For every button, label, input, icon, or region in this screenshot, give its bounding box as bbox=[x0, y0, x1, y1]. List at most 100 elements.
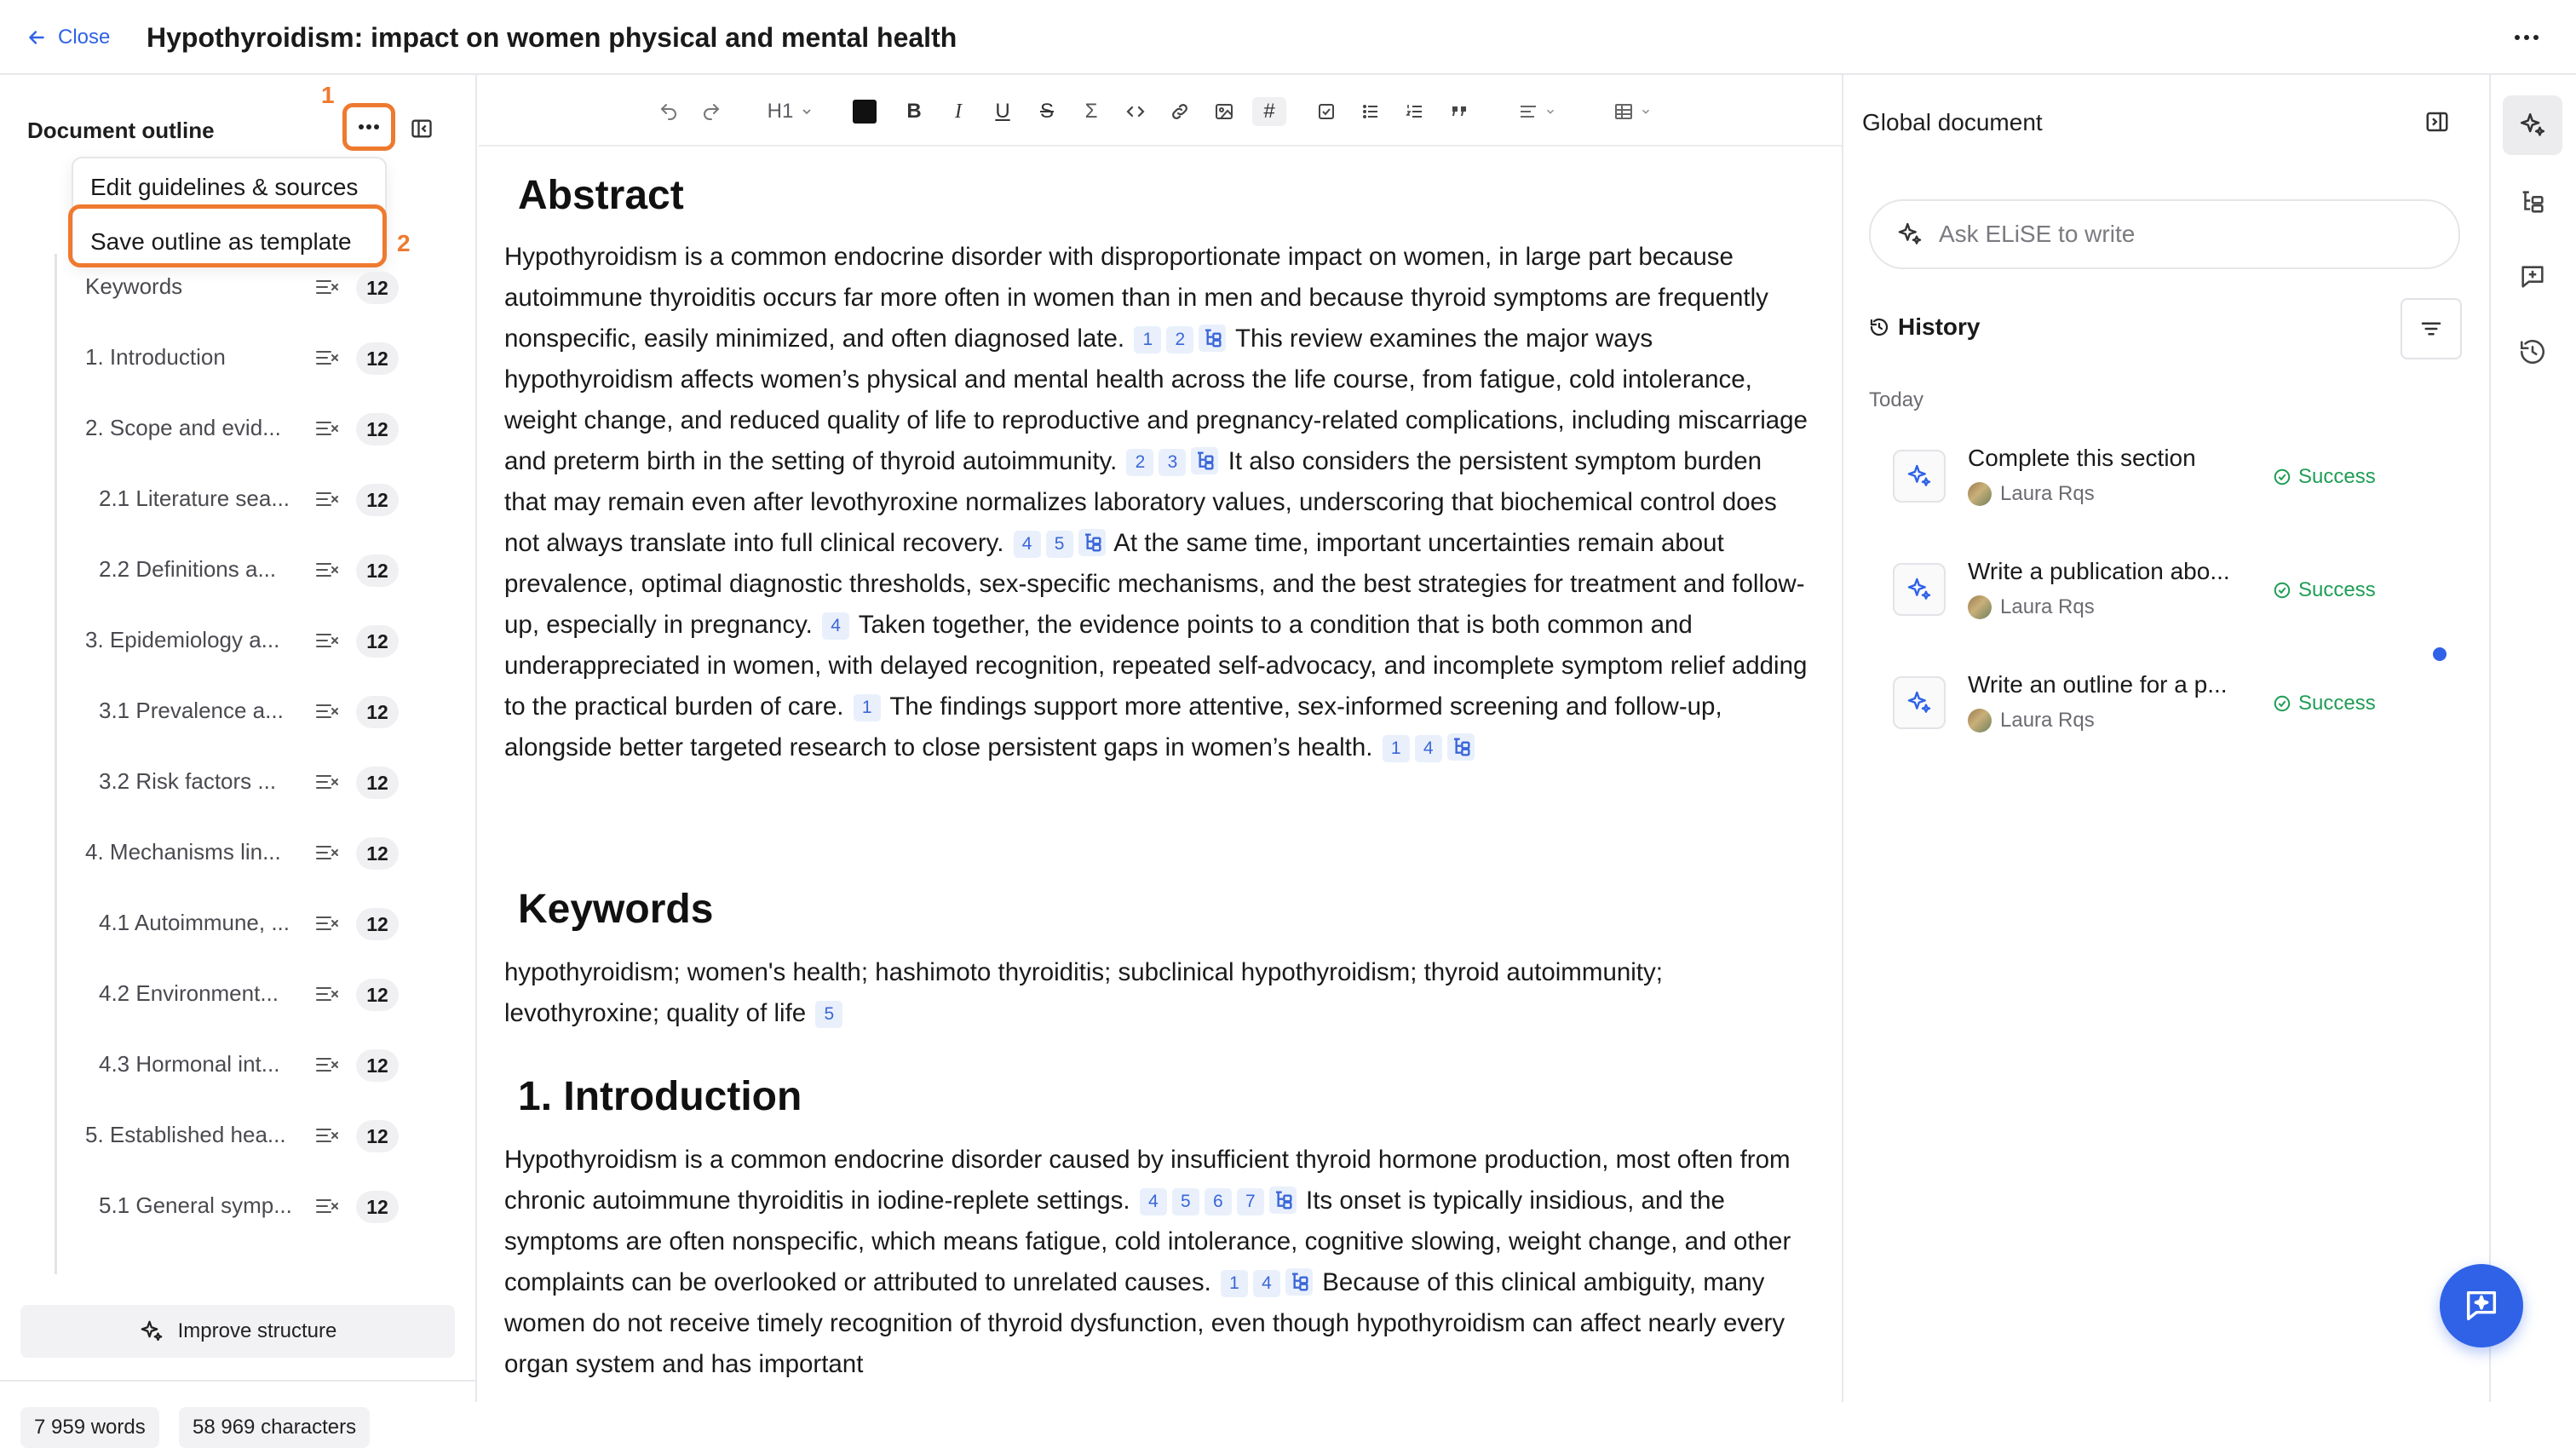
source-tree-icon[interactable] bbox=[1191, 447, 1219, 474]
source-count-badge: 12 bbox=[356, 554, 399, 587]
text-color-button[interactable] bbox=[850, 97, 879, 126]
history-filter-button[interactable] bbox=[2401, 298, 2462, 359]
guidelines-toggle-icon[interactable] bbox=[315, 772, 341, 792]
ai-sparkle-icon bbox=[1893, 563, 1946, 616]
citation-ref[interactable]: 5 bbox=[1171, 1188, 1199, 1215]
panel-title: Global document bbox=[1862, 109, 2043, 135]
rail-outline-button[interactable] bbox=[2503, 172, 2562, 232]
history-item[interactable]: Complete this section Laura Rqs Success bbox=[1869, 440, 2465, 533]
align-select[interactable] bbox=[1511, 97, 1562, 126]
source-tree-icon[interactable] bbox=[1268, 1187, 1297, 1214]
underline-button[interactable]: U bbox=[990, 97, 1015, 126]
citation-ref[interactable]: 4 bbox=[1252, 1270, 1280, 1297]
rail-history-button[interactable] bbox=[2503, 322, 2562, 382]
guidelines-toggle-icon[interactable] bbox=[315, 1054, 341, 1075]
outline-item[interactable]: 5.1 General symp... 12 bbox=[0, 1181, 477, 1232]
outline-item[interactable]: 4.3 Hormonal int... 12 bbox=[0, 1039, 477, 1090]
outline-item[interactable]: 2.2 Definitions a... 12 bbox=[0, 544, 477, 595]
guidelines-toggle-icon[interactable] bbox=[315, 348, 341, 368]
source-count-badge: 12 bbox=[356, 342, 399, 375]
formula-button[interactable]: Σ bbox=[1078, 97, 1104, 126]
hashtag-button[interactable]: # bbox=[1252, 97, 1286, 126]
chat-fab-button[interactable] bbox=[2440, 1264, 2523, 1347]
citation-ref[interactable]: 2 bbox=[1166, 326, 1194, 353]
link-button[interactable] bbox=[1167, 97, 1193, 126]
guidelines-toggle-icon[interactable] bbox=[315, 913, 341, 934]
rail-comment-button[interactable] bbox=[2503, 247, 2562, 307]
citation-ref[interactable]: 7 bbox=[1236, 1188, 1264, 1215]
document-content[interactable]: Abstract Hypothyroidism is a common endo… bbox=[503, 147, 1814, 1402]
citation-ref[interactable]: 5 bbox=[1045, 531, 1073, 558]
outline-item[interactable]: 4. Mechanisms lin... 12 bbox=[0, 827, 477, 878]
ask-elise-input[interactable]: Ask ELiSE to write bbox=[1869, 199, 2460, 269]
outline-item[interactable]: 4.1 Autoimmune, ... 12 bbox=[0, 898, 477, 949]
outline-item[interactable]: 1. Introduction 12 bbox=[0, 332, 477, 383]
source-count-badge: 12 bbox=[356, 908, 399, 940]
paragraph[interactable]: Hypothyroidism is a common endocrine dis… bbox=[504, 1140, 1808, 1385]
rail-ai-button[interactable] bbox=[2503, 95, 2562, 155]
numbered-list-button[interactable] bbox=[1402, 97, 1428, 126]
guidelines-toggle-icon[interactable] bbox=[315, 630, 341, 651]
more-options-button[interactable] bbox=[2508, 19, 2545, 56]
guidelines-toggle-icon[interactable] bbox=[315, 701, 341, 721]
citation-ref[interactable]: 6 bbox=[1204, 1188, 1232, 1215]
guidelines-toggle-icon[interactable] bbox=[315, 277, 341, 297]
improve-structure-button[interactable]: Improve structure bbox=[20, 1305, 455, 1358]
guidelines-toggle-icon[interactable] bbox=[315, 489, 341, 509]
citation-ref[interactable]: 5 bbox=[815, 1001, 843, 1028]
history-item[interactable]: Write an outline for a p... Laura Rqs Succ… bbox=[1869, 666, 2465, 760]
image-button[interactable] bbox=[1211, 97, 1237, 126]
heading-select[interactable]: H1 bbox=[758, 97, 823, 126]
sigma-icon: Σ bbox=[1084, 100, 1098, 123]
citation-ref[interactable]: 4 bbox=[822, 612, 850, 640]
quote-button[interactable] bbox=[1446, 97, 1472, 126]
section-heading[interactable]: 1. Introduction bbox=[518, 1073, 802, 1120]
paragraph[interactable]: hypothyroidism; women's health; hashimot… bbox=[504, 952, 1808, 1034]
citation-ref[interactable]: 4 bbox=[1013, 531, 1041, 558]
citation-ref[interactable]: 1 bbox=[1220, 1270, 1248, 1297]
bullet-list-button[interactable] bbox=[1358, 97, 1383, 126]
outline-item[interactable]: 3.2 Risk factors ... 12 bbox=[0, 756, 477, 807]
source-tree-icon[interactable] bbox=[1199, 325, 1227, 352]
checklist-button[interactable] bbox=[1314, 97, 1339, 126]
ai-sparkle-icon bbox=[139, 1319, 164, 1344]
outline-item[interactable]: Keywords 12 bbox=[0, 261, 477, 313]
citation-ref[interactable]: 3 bbox=[1159, 449, 1187, 476]
chat-fab-icon bbox=[2462, 1286, 2501, 1325]
guidelines-toggle-icon[interactable] bbox=[315, 560, 341, 580]
guidelines-toggle-icon[interactable] bbox=[315, 842, 341, 863]
close-button[interactable]: Close bbox=[26, 20, 110, 55]
history-item[interactable]: Write a publication abo... Laura Rqs Succe… bbox=[1869, 553, 2465, 646]
redo-button[interactable] bbox=[699, 97, 724, 126]
section-heading[interactable]: Abstract bbox=[518, 172, 684, 219]
undo-button[interactable] bbox=[656, 97, 681, 126]
citation-ref[interactable]: 1 bbox=[853, 694, 881, 721]
section-heading[interactable]: Keywords bbox=[518, 886, 713, 933]
source-tree-icon[interactable] bbox=[1078, 529, 1106, 556]
paragraph[interactable]: Hypothyroidism is a common endocrine dis… bbox=[504, 237, 1808, 768]
outline-item[interactable]: 3. Epidemiology a... 12 bbox=[0, 615, 477, 666]
outline-item[interactable]: 3.1 Prevalence a... 12 bbox=[0, 686, 477, 737]
citation-ref[interactable]: 4 bbox=[1139, 1188, 1167, 1215]
italic-button[interactable]: I bbox=[946, 97, 971, 126]
guidelines-toggle-icon[interactable] bbox=[315, 984, 341, 1004]
outline-item[interactable]: 5. Established hea... 12 bbox=[0, 1110, 477, 1161]
table-select[interactable] bbox=[1607, 97, 1658, 126]
outline-item[interactable]: 4.2 Environment... 12 bbox=[0, 968, 477, 1020]
guidelines-toggle-icon[interactable] bbox=[315, 1125, 341, 1146]
bold-button[interactable]: B bbox=[901, 97, 927, 126]
outline-item[interactable]: 2.1 Literature sea... 12 bbox=[0, 474, 477, 525]
citation-ref[interactable]: 4 bbox=[1414, 735, 1442, 762]
outline-item[interactable]: 2. Scope and evid... 12 bbox=[0, 403, 477, 454]
collapse-panel-button[interactable] bbox=[2424, 109, 2453, 138]
guidelines-toggle-icon[interactable] bbox=[315, 418, 341, 439]
source-count-badge: 12 bbox=[356, 413, 399, 445]
source-tree-icon[interactable] bbox=[1446, 733, 1475, 761]
strikethrough-button[interactable]: S bbox=[1034, 97, 1060, 126]
citation-ref[interactable]: 1 bbox=[1382, 735, 1410, 762]
citation-ref[interactable]: 1 bbox=[1134, 326, 1162, 353]
citation-ref[interactable]: 2 bbox=[1126, 449, 1154, 476]
guidelines-toggle-icon[interactable] bbox=[315, 1196, 341, 1216]
code-button[interactable] bbox=[1123, 97, 1148, 126]
source-tree-icon[interactable] bbox=[1285, 1268, 1313, 1296]
